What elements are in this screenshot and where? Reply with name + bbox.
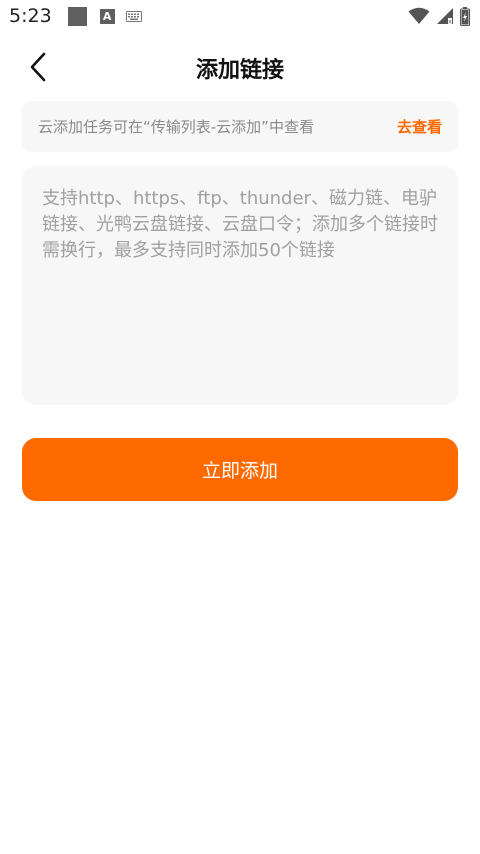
tip-text: 云添加任务可在“传输列表-云添加”中查看: [38, 118, 314, 136]
battery-icon: [460, 6, 470, 26]
keyboard-icon: [125, 10, 142, 22]
status-time: 5:23: [9, 5, 52, 27]
wifi-icon: [408, 7, 430, 24]
add-now-button[interactable]: 立即添加: [22, 438, 458, 501]
svg-text:x: x: [448, 19, 452, 26]
notification-square-icon: [67, 6, 87, 26]
status-bar: 5:23 A x: [0, 0, 480, 32]
page-title: 添加链接: [195, 58, 284, 83]
a-badge-icon: A: [99, 8, 115, 24]
link-input[interactable]: [22, 166, 458, 405]
signal-icon: x: [437, 8, 453, 26]
header: 添加链接: [0, 40, 480, 94]
tip-banner: 云添加任务可在“传输列表-云添加”中查看 去查看: [22, 101, 458, 152]
view-link[interactable]: 去查看: [397, 116, 442, 137]
screen: 5:23 A x 添加链接 云添加任务可在“传输列表-云添加”中查看 去查看 支…: [0, 0, 480, 854]
status-right-group: x: [408, 6, 470, 26]
